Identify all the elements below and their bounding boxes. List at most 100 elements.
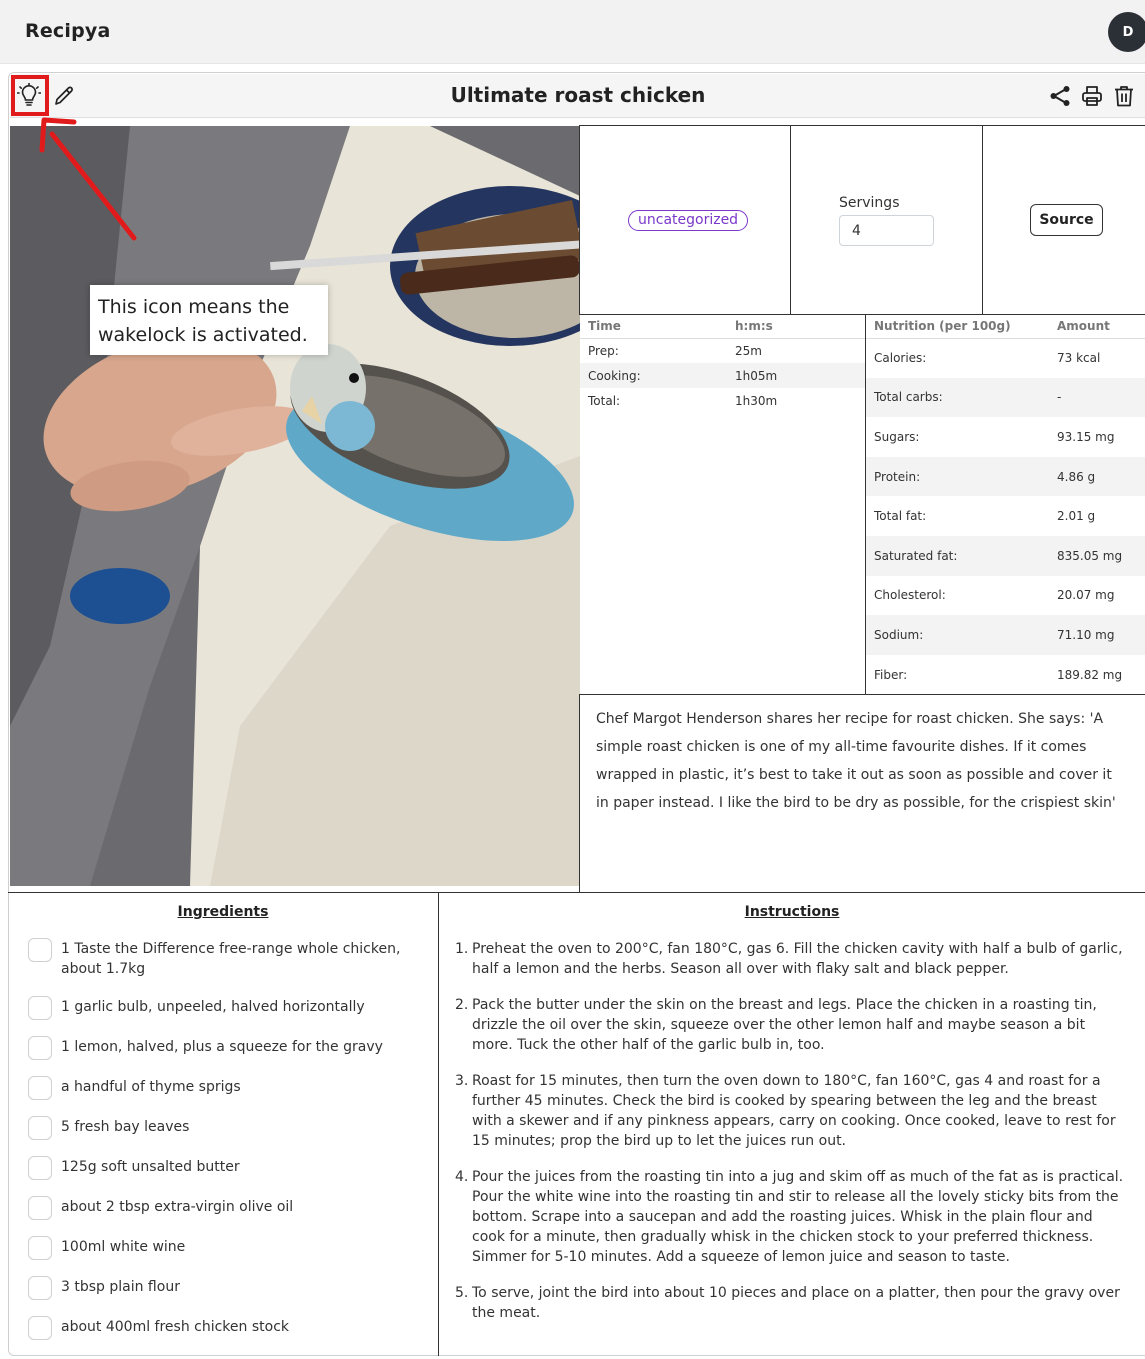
nutrient-label: Saturated fat: — [866, 535, 1057, 576]
table-row: Sodium: 71.10 mg — [866, 615, 1145, 655]
category-cell: uncategorized — [579, 126, 790, 314]
table-row: Prep: 25m — [580, 338, 865, 363]
nutrient-value: 835.05 mg — [1057, 535, 1145, 576]
step-text: Preheat the oven to 200°C, fan 180°C, ga… — [472, 941, 1123, 977]
amount-header: Amount — [1057, 315, 1145, 339]
ingredient-item[interactable]: 1 Taste the Difference free-range whole … — [28, 938, 428, 979]
time-header: Time — [580, 315, 735, 339]
nutrition-header: Nutrition (per 100g) — [866, 315, 1057, 339]
ingredient-text: 1 garlic bulb, unpeeled, halved horizont… — [61, 999, 365, 1015]
ingredient-text: 1 lemon, halved, plus a squeeze for the … — [61, 1039, 383, 1055]
time-value: 1h30m — [735, 393, 778, 408]
time-label: Total: — [588, 393, 621, 408]
ingredient-checkbox[interactable] — [28, 1236, 52, 1260]
ingredients-column: Ingredients 1 Taste the Difference free-… — [8, 893, 439, 1356]
table-row: Protein: 4.86 g — [866, 456, 1145, 497]
servings-label: Servings — [839, 195, 900, 211]
nutrient-value: 73 kcal — [1057, 351, 1101, 366]
ingredient-text: 1 Taste the Difference free-range whole … — [61, 941, 401, 977]
ingredient-checkbox[interactable] — [28, 1076, 52, 1100]
top-navbar: Recipya D — [0, 0, 1145, 64]
time-value: 25m — [735, 343, 762, 358]
ingredient-item[interactable]: 100ml white wine — [28, 1236, 428, 1260]
ingredient-item[interactable]: 125g soft unsalted butter — [28, 1156, 428, 1180]
step-text: Roast for 15 minutes, then turn the oven… — [472, 1073, 1116, 1149]
annotation-arrow — [39, 117, 137, 241]
ingredient-item[interactable]: a handful of thyme sprigs — [28, 1076, 428, 1100]
nutrient-label: Cholesterol: — [874, 588, 946, 603]
ingredient-checkbox[interactable] — [28, 1036, 52, 1060]
table-row: Saturated fat: 835.05 mg — [866, 535, 1145, 576]
ingredient-text: 5 fresh bay leaves — [61, 1119, 190, 1135]
ingredient-item[interactable]: about 400ml fresh chicken stock — [28, 1316, 428, 1340]
ingredient-checkbox[interactable] — [28, 1276, 52, 1300]
nutrient-value: 71.10 mg — [1057, 615, 1145, 655]
nutrient-label: Calories: — [874, 351, 927, 366]
ingredient-item[interactable]: 1 garlic bulb, unpeeled, halved horizont… — [28, 996, 428, 1020]
ingredient-text: a handful of thyme sprigs — [61, 1079, 241, 1095]
nutrient-value: 93.15 mg — [1057, 429, 1115, 444]
ingredient-item[interactable]: 1 lemon, halved, plus a squeeze for the … — [28, 1036, 428, 1060]
ingredient-item[interactable]: 5 fresh bay leaves — [28, 1116, 428, 1140]
step-number: 1. — [455, 941, 469, 957]
ingredient-checkbox[interactable] — [28, 1316, 52, 1340]
instruction-step: 2. Pack the butter under the skin on the … — [455, 995, 1127, 1055]
step-text: To serve, joint the bird into about 10 p… — [472, 1285, 1120, 1321]
recipe-description: Chef Margot Henderson shares her recipe … — [579, 694, 1145, 892]
recipe-title: Ultimate roast chicken — [450, 83, 706, 107]
share-button[interactable] — [1047, 83, 1073, 109]
servings-cell: Servings — [790, 126, 982, 314]
ingredient-checkbox[interactable] — [28, 1116, 52, 1140]
ingredient-text: 100ml white wine — [61, 1239, 186, 1255]
printer-icon — [1081, 85, 1103, 107]
ingredient-checkbox[interactable] — [28, 1156, 52, 1180]
delete-button[interactable] — [1111, 83, 1137, 109]
time-value: 1h05m — [735, 363, 865, 388]
instruction-step: 5. To serve, joint the bird into about 10… — [455, 1283, 1127, 1323]
source-cell: Source — [982, 126, 1145, 314]
ingredient-checkbox[interactable] — [28, 996, 52, 1020]
hms-header: h:m:s — [735, 315, 865, 339]
table-row: Total carbs: - — [866, 377, 1145, 418]
time-label: Prep: — [588, 343, 619, 358]
instruction-step: 3. Roast for 15 minutes, then turn the ov… — [455, 1071, 1127, 1151]
ingredient-checkbox[interactable] — [28, 1196, 52, 1220]
source-button[interactable]: Source — [1030, 204, 1103, 236]
step-number: 2. — [455, 997, 469, 1013]
nutrient-label: Sugars: — [874, 429, 920, 444]
ingredient-item[interactable]: 3 tbsp plain flour — [28, 1276, 428, 1300]
trash-icon — [1114, 85, 1134, 107]
ingredient-text: 3 tbsp plain flour — [61, 1279, 180, 1295]
category-badge[interactable]: uncategorized — [628, 210, 749, 231]
instructions-column: Instructions 1. Preheat the oven to 200°C… — [439, 893, 1145, 1356]
time-label: Cooking: — [580, 363, 735, 388]
table-row: Sugars: 93.15 mg — [866, 417, 1145, 457]
ingredients-heading: Ingredients — [177, 904, 269, 920]
instruction-step: 1. Preheat the oven to 200°C, fan 180°C, … — [455, 939, 1127, 979]
recipe-meta-row: uncategorized Servings Source — [579, 125, 1145, 315]
app-brand[interactable]: Recipya — [25, 20, 111, 42]
ingredient-item[interactable]: about 2 tbsp extra-virgin olive oil — [28, 1196, 428, 1220]
nutrient-label: Fiber: — [874, 667, 908, 682]
recipe-header: Ultimate roast chicken — [10, 74, 1145, 118]
table-row: Calories: 73 kcal — [866, 338, 1145, 378]
nutrient-value: 20.07 mg — [1057, 588, 1115, 603]
user-avatar[interactable]: D — [1108, 12, 1145, 52]
ingredient-checkbox[interactable] — [28, 938, 52, 962]
servings-input[interactable] — [839, 215, 934, 246]
ingredients-instructions-section: Ingredients 1 Taste the Difference free-… — [8, 892, 1145, 1356]
table-row: Fiber: 189.82 mg — [866, 655, 1145, 695]
nutrient-value: 189.82 mg — [1057, 667, 1123, 682]
ingredient-text: 125g soft unsalted butter — [61, 1159, 240, 1175]
step-text: Pour the juices from the roasting tin in… — [472, 1169, 1124, 1265]
instruction-step: 4. Pour the juices from the roasting tin … — [455, 1167, 1127, 1267]
print-button[interactable] — [1079, 83, 1105, 109]
nutrient-value: - — [1057, 377, 1145, 418]
step-number: 3. — [455, 1073, 469, 1089]
nutrient-label: Total carbs: — [866, 377, 1057, 418]
ingredient-text: about 2 tbsp extra-virgin olive oil — [61, 1199, 294, 1215]
nutrient-value: 2.01 g — [1057, 509, 1096, 524]
ingredient-text: about 400ml fresh chicken stock — [61, 1319, 290, 1335]
step-text: Pack the butter under the skin on the br… — [472, 997, 1097, 1053]
instructions-heading: Instructions — [744, 904, 840, 920]
